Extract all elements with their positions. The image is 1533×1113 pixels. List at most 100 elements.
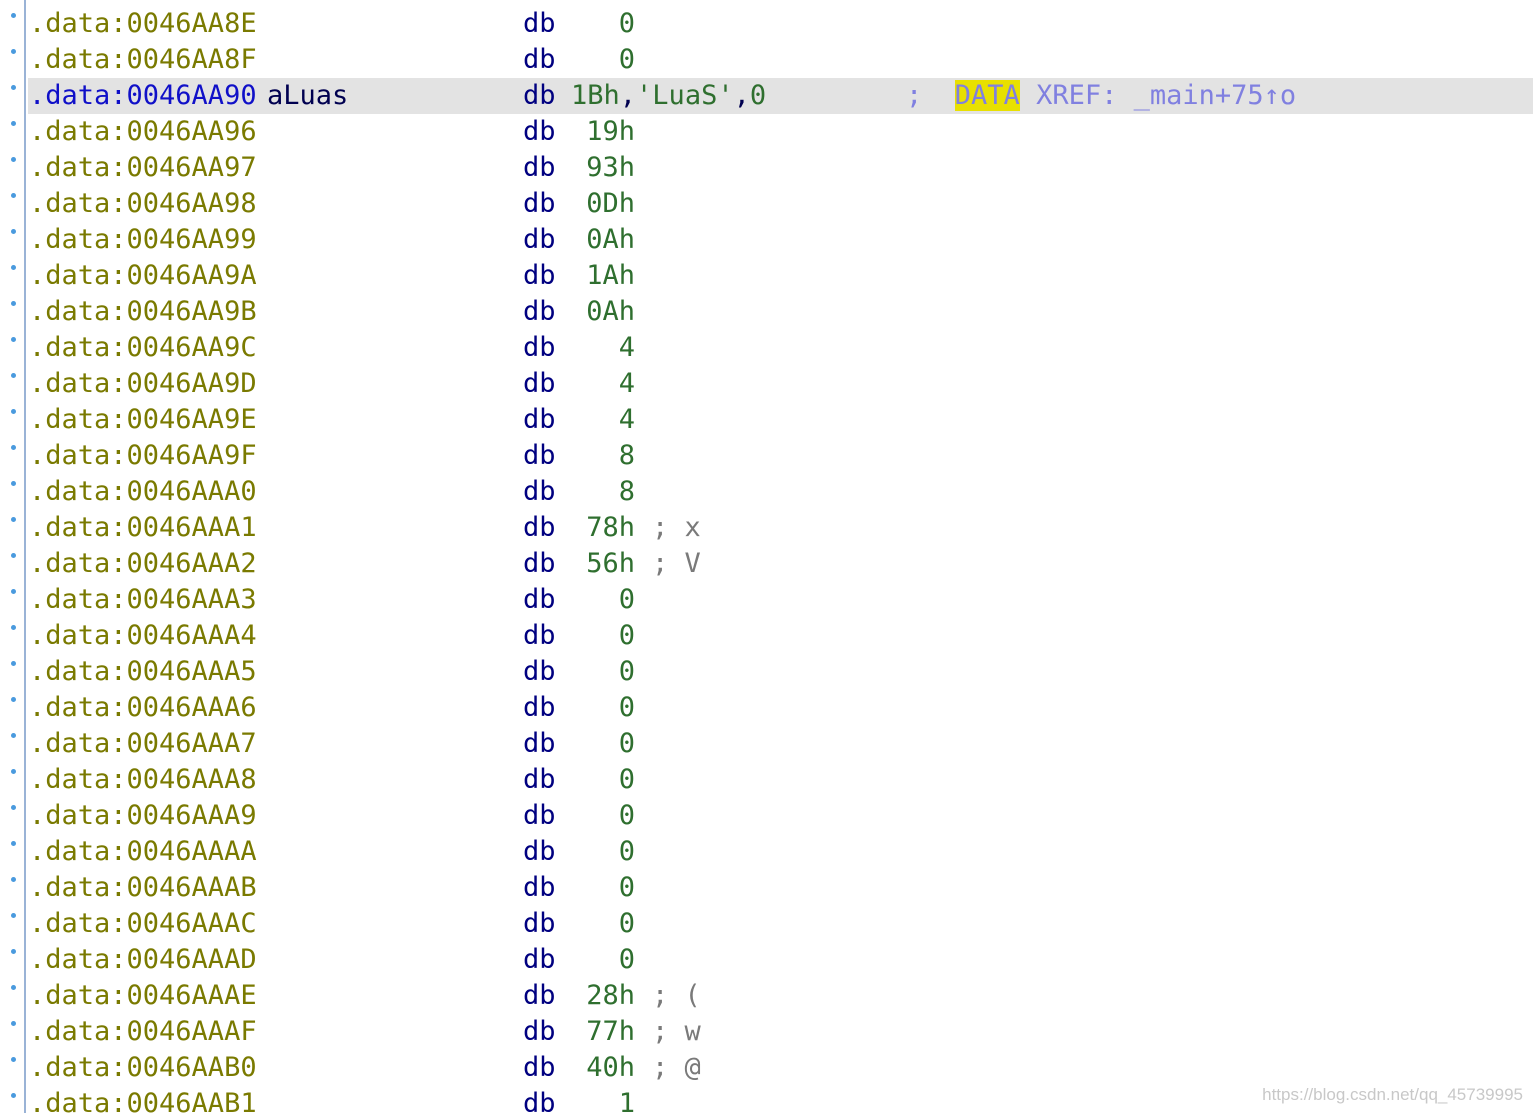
address[interactable]: .data:0046AAAF bbox=[29, 1014, 257, 1050]
address[interactable]: .data:0046AA9D bbox=[29, 366, 257, 402]
disassembly-view[interactable]: .data:0046AA8E db 0 .data:0046AA8F db 0 .data:… bbox=[0, 0, 1533, 1113]
address[interactable]: .data:0046AAA1 bbox=[29, 510, 257, 546]
xref-target[interactable]: XREF: _main+75↑o bbox=[1020, 80, 1296, 111]
listing-row[interactable]: .data:0046AAA5 db 0 bbox=[0, 654, 1533, 690]
operand-value[interactable]: 1 bbox=[619, 1086, 635, 1113]
symbol-label[interactable]: aLuas bbox=[267, 78, 348, 114]
operand-value[interactable]: 8 bbox=[619, 438, 635, 474]
listing-row[interactable]: .data:0046AA9A db 1Ah bbox=[0, 258, 1533, 294]
listing-row[interactable]: .data:0046AAAE db 28h ; ( bbox=[0, 978, 1533, 1014]
listing-row[interactable]: .data:0046AA9F db 8 bbox=[0, 438, 1533, 474]
address[interactable]: .data:0046AAAA bbox=[29, 834, 257, 870]
operand-value[interactable]: 0 bbox=[619, 906, 635, 942]
operand-value[interactable]: 0Ah bbox=[586, 294, 635, 330]
operand-value[interactable]: 0 bbox=[619, 618, 635, 654]
mnemonic: db bbox=[523, 512, 556, 543]
listing-row[interactable]: .data:0046AAA0 db 8 bbox=[0, 474, 1533, 510]
operand-value[interactable]: 4 bbox=[619, 330, 635, 366]
operand-value[interactable]: 93h bbox=[586, 150, 635, 186]
address[interactable]: .data:0046AA8F bbox=[29, 42, 257, 78]
address[interactable]: .data:0046AA8E bbox=[29, 6, 257, 42]
listing-row[interactable]: .data:0046AA8E db 0 bbox=[0, 6, 1533, 42]
mnemonic: db bbox=[523, 260, 556, 291]
address[interactable]: .data:0046AAAD bbox=[29, 942, 257, 978]
operand-value[interactable]: 0Dh bbox=[586, 186, 635, 222]
operand-value[interactable]: 28h bbox=[586, 978, 635, 1014]
address[interactable]: .data:0046AA9A bbox=[29, 258, 257, 294]
operand-value[interactable]: 8 bbox=[619, 474, 635, 510]
address[interactable]: .data:0046AAA2 bbox=[29, 546, 257, 582]
operand-value[interactable]: 0Ah bbox=[586, 222, 635, 258]
address[interactable]: .data:0046AAA6 bbox=[29, 690, 257, 726]
operand-value[interactable]: 0 bbox=[619, 726, 635, 762]
operand-value[interactable]: 0 bbox=[619, 942, 635, 978]
operand-value[interactable]: 19h bbox=[586, 114, 635, 150]
listing-row[interactable]: .data:0046AA9B db 0Ah bbox=[0, 294, 1533, 330]
address[interactable]: .data:0046AA90 bbox=[29, 78, 257, 114]
operand-value[interactable]: 4 bbox=[619, 402, 635, 438]
address[interactable]: .data:0046AA97 bbox=[29, 150, 257, 186]
listing-row[interactable]: .data:0046AAA8 db 0 bbox=[0, 762, 1533, 798]
operand-value[interactable]: 78h bbox=[586, 510, 635, 546]
listing-row[interactable]: .data:0046AAAB db 0 bbox=[0, 870, 1533, 906]
operand-value[interactable]: 0 bbox=[619, 582, 635, 618]
listing-row[interactable]: .data:0046AA9C db 4 bbox=[0, 330, 1533, 366]
mnemonic: db bbox=[523, 548, 556, 579]
listing-row[interactable]: .data:0046AAA4 db 0 bbox=[0, 618, 1533, 654]
operand-value[interactable]: 0 bbox=[619, 6, 635, 42]
listing-row[interactable]: .data:0046AAAC db 0 bbox=[0, 906, 1533, 942]
listing-row[interactable]: .data:0046AA8F db 0 bbox=[0, 42, 1533, 78]
address[interactable]: .data:0046AA9B bbox=[29, 294, 257, 330]
address[interactable]: .data:0046AAA7 bbox=[29, 726, 257, 762]
address[interactable]: .data:0046AA9C bbox=[29, 330, 257, 366]
address[interactable]: .data:0046AAAC bbox=[29, 906, 257, 942]
xref-comment[interactable]: ; DATA XREF: _main+75↑o bbox=[906, 78, 1296, 114]
address[interactable]: .data:0046AAA3 bbox=[29, 582, 257, 618]
operand-value[interactable]: 77h bbox=[586, 1014, 635, 1050]
operand-value[interactable]: 40h bbox=[586, 1050, 635, 1086]
listing-row[interactable]: .data:0046AAAA db 0 bbox=[0, 834, 1533, 870]
address[interactable]: .data:0046AAA0 bbox=[29, 474, 257, 510]
address[interactable]: .data:0046AAA8 bbox=[29, 762, 257, 798]
address[interactable]: .data:0046AAAB bbox=[29, 870, 257, 906]
listing-row-selected[interactable]: .data:0046AA90 aLuas db 1Bh,'LuaS',0; DATA … bbox=[0, 78, 1533, 114]
listing-row[interactable]: .data:0046AAAF db 77h ; w bbox=[0, 1014, 1533, 1050]
listing-row[interactable]: .data:0046AAA2 db 56h ; V bbox=[0, 546, 1533, 582]
address[interactable]: .data:0046AAB0 bbox=[29, 1050, 257, 1086]
address[interactable]: .data:0046AA96 bbox=[29, 114, 257, 150]
operand-value[interactable]: 0 bbox=[619, 690, 635, 726]
listing-row[interactable]: .data:0046AA9E db 4 bbox=[0, 402, 1533, 438]
address[interactable]: .data:0046AAB1 bbox=[29, 1086, 257, 1113]
listing-row[interactable]: .data:0046AA97 db 93h bbox=[0, 150, 1533, 186]
operand-value[interactable]: 0 bbox=[619, 42, 635, 78]
listing-row[interactable]: .data:0046AAA9 db 0 bbox=[0, 798, 1533, 834]
listing-row[interactable]: .data:0046AA98 db 0Dh bbox=[0, 186, 1533, 222]
listing-row[interactable]: .data:0046AA99 db 0Ah bbox=[0, 222, 1533, 258]
listing-row[interactable]: .data:0046AAAD db 0 bbox=[0, 942, 1533, 978]
listing-row[interactable]: .data:0046AA9D db 4 bbox=[0, 366, 1533, 402]
address[interactable]: .data:0046AAAE bbox=[29, 978, 257, 1014]
operand-value[interactable]: 0 bbox=[619, 762, 635, 798]
listing-row[interactable]: .data:0046AA96 db 19h bbox=[0, 114, 1533, 150]
listing-row[interactable]: .data:0046AAA7 db 0 bbox=[0, 726, 1533, 762]
address[interactable]: .data:0046AAA5 bbox=[29, 654, 257, 690]
operand-value[interactable]: 0 bbox=[619, 834, 635, 870]
address[interactable]: .data:0046AA98 bbox=[29, 186, 257, 222]
address[interactable]: .data:0046AAA4 bbox=[29, 618, 257, 654]
operand-value[interactable]: 4 bbox=[619, 366, 635, 402]
operand-value[interactable]: 0 bbox=[619, 654, 635, 690]
operand-value[interactable]: 1Ah bbox=[586, 258, 635, 294]
address[interactable]: .data:0046AA9F bbox=[29, 438, 257, 474]
address[interactable]: .data:0046AA99 bbox=[29, 222, 257, 258]
listing-row[interactable]: .data:0046AAB0 db 40h ; @ bbox=[0, 1050, 1533, 1086]
listing-row[interactable]: .data:0046AAA1 db 78h ; x bbox=[0, 510, 1533, 546]
operand-value[interactable]: 56h bbox=[586, 546, 635, 582]
address[interactable]: .data:0046AA9E bbox=[29, 402, 257, 438]
operand-value[interactable]: 0 bbox=[619, 870, 635, 906]
operand-value[interactable]: 0 bbox=[619, 798, 635, 834]
listing-row[interactable]: .data:0046AAA3 db 0 bbox=[0, 582, 1533, 618]
address[interactable]: .data:0046AAA9 bbox=[29, 798, 257, 834]
listing-row[interactable]: .data:0046AAA6 db 0 bbox=[0, 690, 1533, 726]
operand-list[interactable]: 1Bh,'LuaS',0 bbox=[571, 78, 766, 114]
mnemonic: db bbox=[523, 440, 556, 471]
